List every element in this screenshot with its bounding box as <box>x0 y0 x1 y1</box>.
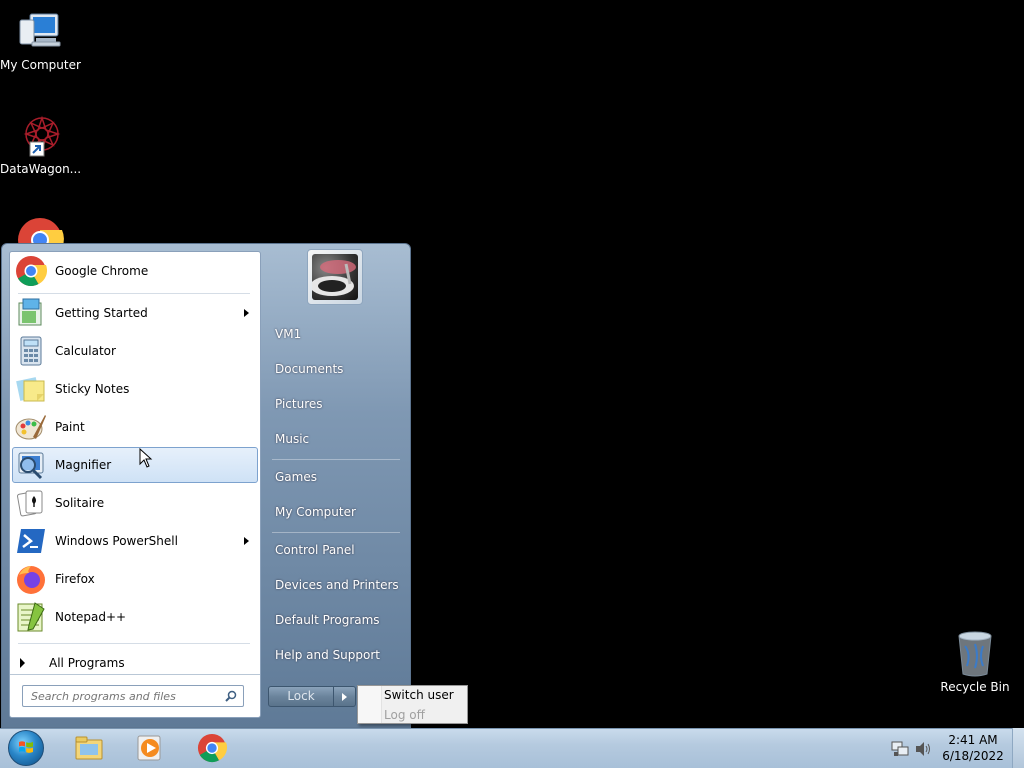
datawagon-icon <box>16 112 64 160</box>
start-button[interactable] <box>6 730 46 766</box>
chevron-right-icon <box>342 693 347 701</box>
search-separator <box>10 674 260 675</box>
notepad-plus-plus-icon <box>15 601 47 633</box>
program-label: Windows PowerShell <box>55 534 178 548</box>
taskbar-google-chrome[interactable] <box>186 731 238 766</box>
program-label: Getting Started <box>55 306 148 320</box>
all-programs-label: All Programs <box>49 656 125 670</box>
powershell-icon <box>15 525 47 557</box>
taskbar-windows-explorer[interactable] <box>63 731 115 766</box>
calculator-icon <box>15 335 47 367</box>
mouse-cursor-icon <box>139 448 153 468</box>
menu-icon-column <box>358 686 382 723</box>
program-solitaire[interactable]: Solitaire <box>12 485 258 521</box>
desktop-icon-label: My Computer <box>0 58 81 72</box>
link-help-and-support[interactable]: Help and Support <box>267 640 402 670</box>
folder-icon <box>74 733 104 763</box>
clock-time: 2:41 AM <box>948 733 998 747</box>
desktop-icon-label: DataWagon... <box>0 162 82 176</box>
right-pane-separator <box>272 459 400 460</box>
solitaire-icon <box>15 487 47 519</box>
program-label: Sticky Notes <box>55 382 130 396</box>
program-label: Google Chrome <box>55 264 149 278</box>
getting-started-icon <box>15 297 47 329</box>
desktop-icon-my-computer[interactable]: My Computer <box>0 8 81 72</box>
sticky-notes-icon <box>15 373 47 405</box>
program-label: Firefox <box>55 572 95 586</box>
programs-separator <box>18 293 250 294</box>
paint-icon <box>15 411 47 443</box>
link-control-panel[interactable]: Control Panel <box>267 535 402 565</box>
taskbar-clock[interactable]: 2:41 AM 6/18/2022 <box>940 732 1006 764</box>
chrome-icon <box>15 255 48 287</box>
media-player-icon <box>135 733 165 763</box>
chrome-icon <box>197 733 228 763</box>
link-documents[interactable]: Documents <box>267 354 402 384</box>
right-pane-separator <box>272 532 400 533</box>
my-computer-icon <box>16 8 64 56</box>
firefox-icon <box>15 563 47 595</box>
program-label: Paint <box>55 420 85 434</box>
link-games[interactable]: Games <box>267 462 402 492</box>
clock-date: 6/18/2022 <box>942 749 1004 763</box>
program-firefox[interactable]: Firefox <box>12 561 258 597</box>
network-icon[interactable] <box>891 740 909 758</box>
search-input[interactable] <box>31 689 227 703</box>
link-user-vm1[interactable]: VM1 <box>267 319 402 349</box>
all-programs-button[interactable]: All Programs <box>12 650 258 676</box>
chevron-right-icon <box>244 309 249 317</box>
desktop-icon-recycle-bin[interactable]: Recycle Bin <box>935 630 1015 694</box>
program-windows-powershell[interactable]: Windows PowerShell <box>12 523 258 559</box>
windows-flag-icon <box>19 741 33 753</box>
lock-button[interactable]: Lock <box>268 686 334 707</box>
start-menu-programs-pane: Google Chrome Getting Started Calculator <box>9 251 261 718</box>
system-tray <box>888 728 936 768</box>
desktop-icon-label: Recycle Bin <box>940 680 1010 694</box>
chevron-right-icon <box>244 537 249 545</box>
desktop-icon-datawagon[interactable]: DataWagon... <box>0 112 82 176</box>
programs-separator <box>18 643 250 644</box>
show-desktop-button[interactable] <box>1012 728 1024 768</box>
program-google-chrome[interactable]: Google Chrome <box>12 253 258 289</box>
program-paint[interactable]: Paint <box>12 409 258 445</box>
program-magnifier[interactable]: Magnifier <box>12 447 258 483</box>
program-notepad-plus-plus[interactable]: Notepad++ <box>12 599 258 635</box>
user-avatar[interactable] <box>307 249 363 305</box>
link-my-computer[interactable]: My Computer <box>267 497 402 527</box>
taskbar-media-player[interactable] <box>124 731 176 766</box>
menu-item-switch-user[interactable]: Switch user <box>384 688 454 702</box>
link-default-programs[interactable]: Default Programs <box>267 605 402 635</box>
power-options-button[interactable] <box>334 686 356 707</box>
link-music[interactable]: Music <box>267 424 402 454</box>
program-calculator[interactable]: Calculator <box>12 333 258 369</box>
program-sticky-notes[interactable]: Sticky Notes <box>12 371 258 407</box>
magnifier-icon <box>15 449 47 481</box>
search-box[interactable] <box>22 685 244 707</box>
recycle-bin-icon <box>951 630 999 678</box>
program-label: Notepad++ <box>55 610 127 624</box>
link-devices-and-printers[interactable]: Devices and Printers <box>267 570 402 600</box>
triangle-right-icon <box>20 658 25 668</box>
volume-icon[interactable] <box>914 740 932 758</box>
program-getting-started[interactable]: Getting Started <box>12 295 258 331</box>
power-options-menu: Switch user Log off <box>357 685 468 724</box>
program-label: Magnifier <box>55 458 112 472</box>
search-icon[interactable] <box>225 690 237 702</box>
link-pictures[interactable]: Pictures <box>267 389 402 419</box>
program-label: Solitaire <box>55 496 105 510</box>
avatar-image <box>312 254 358 300</box>
program-label: Calculator <box>55 344 116 358</box>
menu-item-log-off: Log off <box>384 708 425 722</box>
